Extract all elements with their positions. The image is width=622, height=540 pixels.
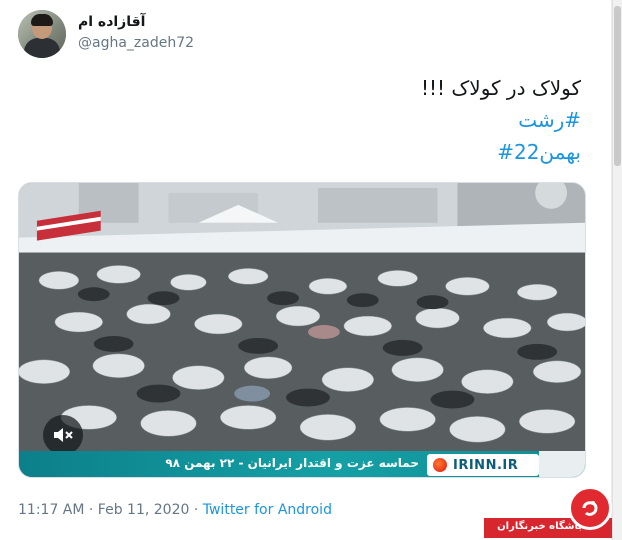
tweet-text: کولاک در کولاک !!! #رشت بهمن22#	[41, 72, 581, 168]
ticker-text: حماسه عزت و اقتدار ایرانیان - ۲۲ بهمن ۹۸	[165, 456, 419, 470]
scrollbar[interactable]	[612, 0, 622, 540]
tweet-timestamp[interactable]: 11:17 AM · Feb 11, 2020 ·	[18, 502, 198, 518]
display-name[interactable]: آقازاده ام	[78, 14, 145, 30]
channel-name: IRINN.IR	[453, 457, 519, 473]
speaker-muted-icon	[54, 428, 73, 442]
user-handle[interactable]: @agha_zadeh72	[78, 35, 194, 51]
hashtag-rasht[interactable]: #رشت	[41, 104, 581, 136]
mute-button[interactable]	[43, 415, 83, 455]
scrollbar-thumb[interactable]	[614, 6, 621, 166]
avatar-body	[24, 38, 60, 58]
news-ticker: حماسه عزت و اقتدار ایرانیان - ۲۲ بهمن ۹۸…	[19, 451, 585, 477]
watermark-glyph-icon	[582, 501, 598, 516]
watermark: باشگاه خبرنگاران	[484, 486, 612, 540]
tweet-source[interactable]: Twitter for Android	[203, 502, 332, 518]
watermark-text: باشگاه خبرنگاران	[497, 521, 582, 532]
avatar[interactable]	[18, 10, 66, 58]
tweet-card: آقازاده ام @agha_zadeh72 کولاک در کولاک …	[0, 0, 612, 540]
ticker-end-panel	[539, 451, 585, 477]
avatar-hair	[31, 14, 53, 26]
tweet-footer: 11:17 AM · Feb 11, 2020 · Twitter for An…	[18, 502, 332, 518]
watermark-logo-icon	[568, 486, 612, 530]
tweet-text-line: کولاک در کولاک !!!	[420, 76, 581, 100]
irinn-logo-icon	[433, 458, 447, 472]
tweet-header: آقازاده ام @agha_zadeh72	[18, 10, 598, 60]
hashtag-bahman22[interactable]: بهمن22#	[41, 136, 581, 168]
video-frame	[19, 183, 585, 477]
channel-logo: IRINN.IR	[427, 454, 539, 476]
video-player[interactable]: حماسه عزت و اقتدار ایرانیان - ۲۲ بهمن ۹۸…	[18, 182, 586, 478]
